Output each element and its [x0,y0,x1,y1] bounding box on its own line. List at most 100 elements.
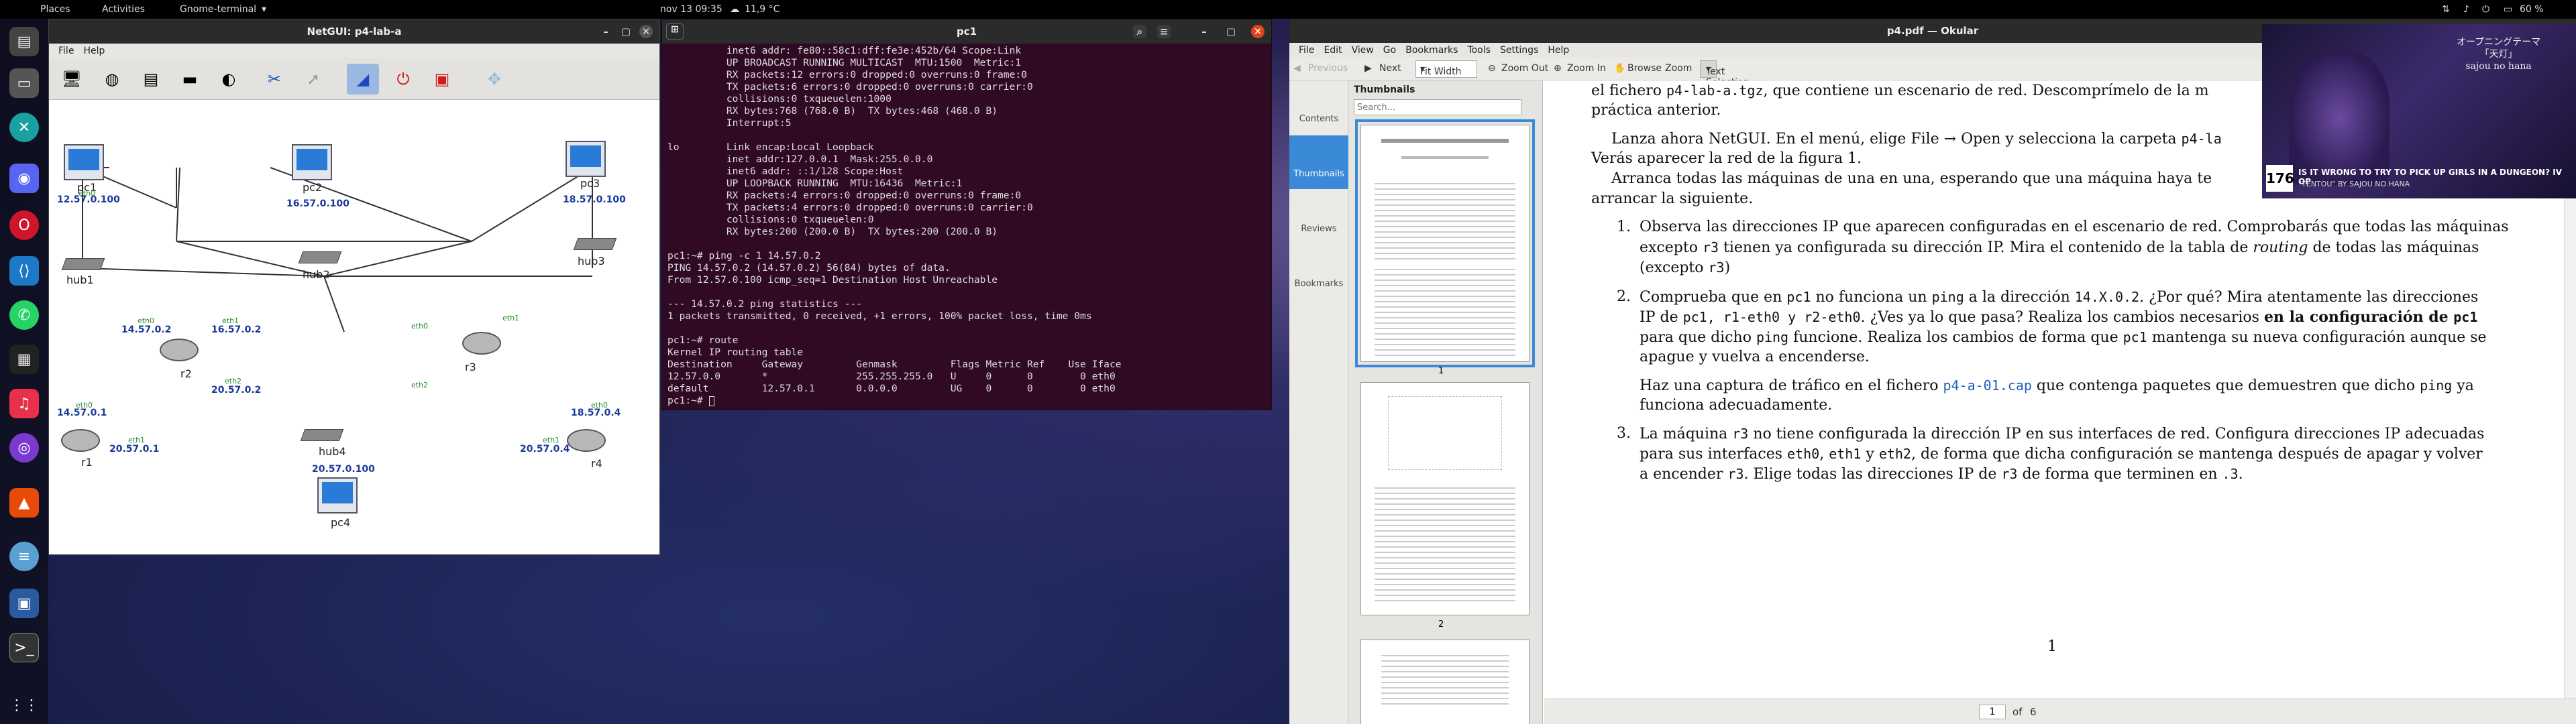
hub1-icon[interactable] [61,258,105,270]
pc3-computer-icon[interactable] [566,141,606,177]
network-icon[interactable]: ⇅ [2442,4,2450,15]
previous-button[interactable]: Previous [1308,63,1348,74]
close-icon[interactable]: ✕ [1251,25,1265,38]
r4-router-icon[interactable] [567,429,606,452]
start-tool-icon[interactable]: ▣ [426,64,458,95]
zoom-in-button[interactable]: Zoom In [1567,63,1606,74]
matlab-icon[interactable]: ▲ [9,488,39,518]
storage-icon[interactable]: ≡ [9,542,39,571]
text-selection-button[interactable]: Text Selection ▾ [1700,60,1750,88]
menu-tools[interactable]: Tools [1467,45,1491,56]
zoom-in-icon[interactable]: ⊕ [1554,63,1562,74]
hub-tool-icon[interactable]: ▬ [174,64,206,95]
r3-eth0-label: eth0 [411,322,429,330]
previous-icon[interactable]: ◀ [1293,63,1301,74]
close-icon[interactable]: ✕ [639,25,653,38]
r1-router-icon[interactable] [61,429,100,452]
whatsapp-icon[interactable]: ✆ [9,300,39,330]
opera-icon[interactable]: O [9,210,39,240]
select-tool-icon[interactable]: ➚ [297,64,329,95]
capture-file-link[interactable]: p4-a-01.cap [1943,377,2031,394]
menu-edit[interactable]: Edit [1324,45,1342,56]
search-icon[interactable]: ⌕ [1133,25,1146,38]
terminal-output[interactable]: inet6 addr: fe80::58c1:dff:fe3e:452b/64 … [662,44,1271,410]
maximize-icon[interactable]: ▢ [619,25,633,38]
tab-bookmarks[interactable]: Bookmarks [1289,245,1348,299]
network-canvas[interactable]: pc1 12.57.0.100 eth0 pc2 16.57.0.100 pc3… [49,101,659,554]
new-tab-icon[interactable]: ⊞ [666,23,684,40]
podcast-icon[interactable]: ◎ [9,433,39,463]
power-icon[interactable]: ⏻ [2482,4,2489,15]
r3-router-icon[interactable] [462,332,501,355]
next-icon[interactable]: ▶ [1364,63,1372,74]
item2-line-5: Haz una captura de tráfico en el fichero… [1640,375,2474,396]
hub4-icon[interactable] [300,429,344,441]
terminal-line: pc1:~# route [667,335,739,346]
hub2-icon[interactable] [298,251,342,263]
app-tiles-icon[interactable]: ▦ [9,345,39,374]
r2-router-icon[interactable] [160,339,199,361]
tab-reviews[interactable]: Reviews [1289,190,1348,244]
menu-file[interactable]: File [58,46,74,56]
video-overlay[interactable]: オープニングテーマ 「天灯」 sajou no hana 176 IS IT W… [2262,24,2576,198]
move-tool-icon[interactable]: ✥ [478,64,511,95]
zoom-mode-select[interactable]: Fit Width ▾ [1415,60,1477,78]
menu-file[interactable]: File [1299,45,1314,56]
menu-go[interactable]: Go [1383,45,1396,56]
pc4-computer-icon[interactable] [317,477,358,514]
page-number-input[interactable] [1979,705,2006,719]
weather[interactable]: 11,9 °C [745,4,780,15]
thumbnail-page-1[interactable] [1355,119,1535,367]
terminal-titlebar[interactable]: ⊞ pc1 ⌕ ≡ – ▢ ✕ [662,19,1271,44]
discord-icon[interactable]: ◉ [9,164,39,193]
stop-tool-icon[interactable]: ⏻ [387,64,419,95]
r2-label: r2 [180,367,192,380]
cut-tool-icon[interactable]: ✂ [258,64,290,95]
terminal-icon[interactable]: >_ [9,633,39,662]
vscode-icon[interactable]: ⟨⟩ [9,256,39,286]
pc2-computer-icon[interactable] [292,144,332,180]
link-tool-icon[interactable]: ◢ [347,64,379,95]
minimize-icon[interactable]: – [1197,25,1211,38]
menu-help[interactable]: Help [1548,45,1569,56]
disc-tool-icon[interactable]: ◐ [213,64,245,95]
app-icon[interactable]: ✕ [9,113,39,142]
menu-view[interactable]: View [1352,45,1374,56]
show-apps-icon[interactable]: ⋮⋮ [9,690,39,720]
thumbnail-page-3[interactable] [1360,640,1529,724]
volume-icon[interactable]: ♪ [2463,4,2469,15]
zoom-button[interactable]: Zoom [1665,63,1692,74]
hub3-icon[interactable] [573,238,617,250]
pc1-computer-icon[interactable] [64,144,104,180]
zoom-out-button[interactable]: Zoom Out [1501,63,1548,74]
browse-icon[interactable]: ✋ [1614,63,1625,74]
maximize-icon[interactable]: ▢ [1224,25,1238,38]
clock[interactable]: nov 13 09:35 [660,4,722,15]
tab-contents[interactable]: Contents [1289,80,1348,134]
disk-icon[interactable]: ▭ [9,68,39,98]
hub1-label: hub1 [66,274,94,286]
hamburger-menu-icon[interactable]: ≡ [1157,25,1171,38]
menu-settings[interactable]: Settings [1500,45,1538,56]
netgui-titlebar[interactable]: NetGUI: p4-lab-a – ▢ ✕ [49,19,659,44]
okular-icon[interactable]: ▣ [9,589,39,618]
tab-thumbnails[interactable]: Thumbnails [1289,135,1348,189]
app-menu[interactable]: Gnome-terminal [180,4,256,15]
thumbnail-search-input[interactable] [1354,99,1521,115]
thumbnail-page-2[interactable] [1360,382,1529,615]
item1-line-2: excepto r3 tienen ya configurada su dire… [1640,237,2479,258]
files-icon[interactable]: ▤ [9,27,39,56]
minimize-icon[interactable]: – [599,25,612,38]
zoom-out-icon[interactable]: ⊖ [1488,63,1496,74]
menu-bookmarks[interactable]: Bookmarks [1405,45,1458,56]
menu-help[interactable]: Help [83,46,105,56]
music-icon[interactable]: ♫ [9,389,39,418]
next-button[interactable]: Next [1379,63,1401,74]
terminal-line: RX bytes:768 (768.0 B) TX bytes:468 (468… [667,105,998,117]
activities-button[interactable]: Activities [102,4,145,15]
places-menu[interactable]: Places [40,4,70,15]
router-tool-icon[interactable]: ◍ [96,64,128,95]
browse-button[interactable]: Browse [1627,63,1662,74]
terminal-node-tool-icon[interactable]: 🖥 [56,64,88,95]
switch-tool-icon[interactable]: ▤ [135,64,167,95]
